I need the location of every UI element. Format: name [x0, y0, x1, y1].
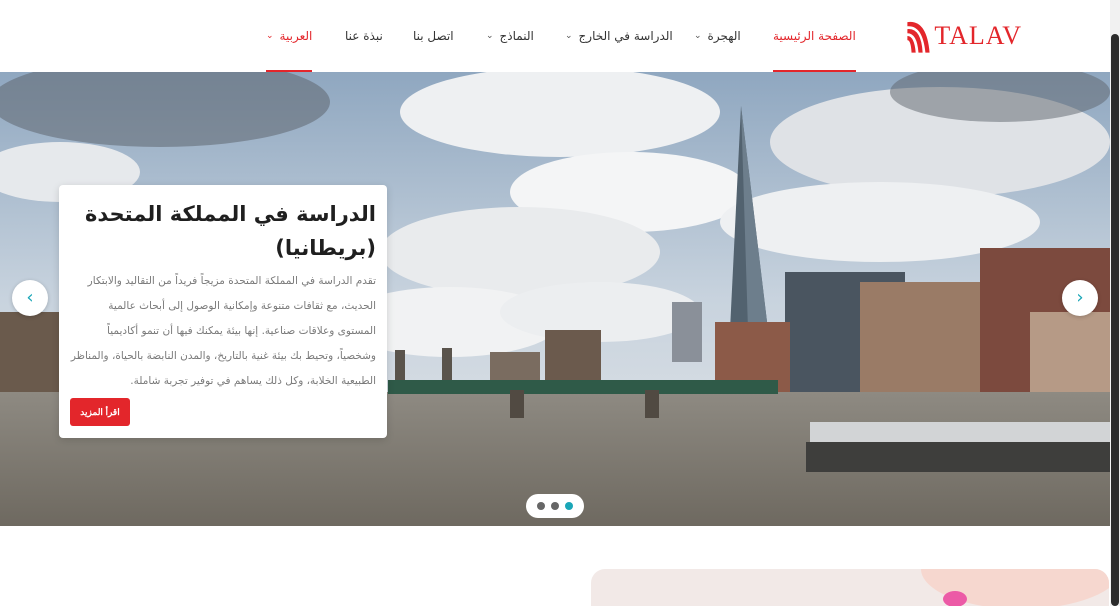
nav-item-home[interactable]: الصفحة الرئيسية	[773, 0, 856, 72]
brand-name: TALAV	[934, 21, 1022, 50]
site-header: TALAV الصفحة الرئيسية ⌄ الهجرة ⌄ الدراسة…	[0, 0, 1110, 72]
slider-dot-1[interactable]	[537, 502, 545, 510]
page-scrollbar[interactable]	[1110, 0, 1120, 606]
nav-item-label: اتصل بنا	[413, 29, 454, 43]
hero-slider: الدراسة في المملكة المتحدة (بريطانيا) تق…	[0, 72, 1110, 526]
nav-item-study-abroad[interactable]: ⌄ الدراسة في الخارج	[565, 0, 673, 72]
nail-shape	[943, 591, 967, 606]
brand-logo[interactable]: TALAV	[906, 8, 1022, 64]
read-more-button[interactable]: اقرأ المزيد	[70, 398, 130, 426]
chevron-down-icon: ⌄	[486, 31, 494, 41]
slider-dot-3[interactable]	[565, 502, 573, 510]
slider-prev-button[interactable]: ‹	[12, 280, 48, 316]
talav-logo-icon	[907, 21, 930, 53]
section-preview-image	[591, 569, 1109, 606]
slider-next-button[interactable]: ›	[1062, 280, 1098, 316]
nav-item-about[interactable]: نبذة عنا	[345, 0, 383, 72]
nav-item-forms[interactable]: ⌄ النماذج	[486, 0, 534, 72]
chevron-down-icon: ⌄	[694, 31, 702, 41]
nav-item-label: الدراسة في الخارج	[578, 29, 673, 43]
chevron-left-icon: ‹	[26, 287, 34, 308]
hero-title: الدراسة في المملكة المتحدة (بريطانيا)	[85, 202, 376, 260]
nav-item-contact[interactable]: اتصل بنا	[413, 0, 454, 72]
hero-caption-card: الدراسة في المملكة المتحدة (بريطانيا) تق…	[59, 185, 387, 438]
slider-dot-2[interactable]	[551, 502, 559, 510]
scrollbar-thumb[interactable]	[1111, 34, 1119, 606]
page: TALAV الصفحة الرئيسية ⌄ الهجرة ⌄ الدراسة…	[0, 0, 1120, 606]
nav-item-language[interactable]: ⌄ العربية	[266, 0, 313, 72]
hero-description: تقدم الدراسة في المملكة المتحدة مزيجاً ف…	[70, 275, 376, 387]
nav-item-label: نبذة عنا	[345, 29, 383, 43]
nav-item-label: العربية	[279, 29, 313, 43]
chevron-right-icon: ›	[1076, 287, 1084, 308]
nav-item-label: الهجرة	[707, 29, 741, 43]
chevron-down-icon: ⌄	[565, 31, 573, 41]
nav-item-label: الصفحة الرئيسية	[773, 29, 856, 43]
chevron-down-icon: ⌄	[266, 31, 274, 41]
nav-item-label: النماذج	[499, 29, 534, 43]
slider-pagination	[526, 494, 584, 518]
nav-item-immigration[interactable]: ⌄ الهجرة	[694, 0, 741, 72]
